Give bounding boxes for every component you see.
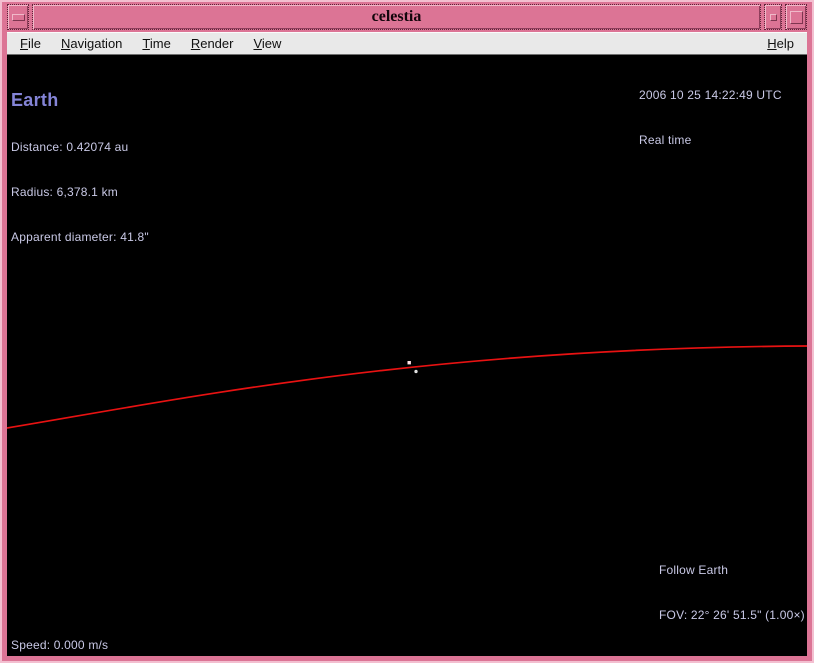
menu-file[interactable]: File	[20, 33, 41, 54]
datetime-utc: 2006 10 25 14:22:49 UTC	[639, 88, 782, 103]
menu-navigation[interactable]: Navigation	[61, 33, 122, 54]
window-title: celestia	[372, 9, 422, 25]
follow-mode: Follow Earth	[659, 563, 805, 578]
window-titlebar[interactable]: celestia	[32, 4, 761, 30]
earth-orbit-line	[7, 346, 807, 428]
dash-icon	[12, 14, 25, 21]
selection-apparent-diameter: Apparent diameter: 41.8"	[11, 230, 149, 245]
selection-radius: Radius: 6,378.1 km	[11, 185, 149, 200]
moon-glare-icon	[415, 370, 416, 373]
menu-help[interactable]: Help	[767, 33, 794, 54]
status-readout: Follow Earth FOV: 22° 26' 51.5" (1.00×)	[659, 533, 805, 653]
selection-name: Earth	[11, 90, 149, 110]
iconify-button[interactable]	[764, 4, 782, 30]
menu-view[interactable]: View	[253, 33, 281, 54]
window-menu-button[interactable]	[7, 4, 29, 30]
fov-readout: FOV: 22° 26' 51.5" (1.00×)	[659, 608, 805, 623]
menu-render[interactable]: Render	[191, 33, 234, 54]
space-viewport[interactable]: Earth Distance: 0.42074 au Radius: 6,378…	[7, 55, 807, 656]
menubar: File Navigation Time Render View Help	[7, 32, 807, 55]
time-info: 2006 10 25 14:22:49 UTC Real time	[639, 58, 782, 178]
time-mode: Real time	[639, 133, 782, 148]
small-square-icon	[770, 14, 777, 21]
menu-time[interactable]: Time	[142, 33, 170, 54]
selection-info: Earth Distance: 0.42074 au Radius: 6,378…	[11, 60, 149, 275]
speed-readout: Speed: 0.000 m/s	[11, 638, 108, 653]
selection-distance: Distance: 0.42074 au	[11, 140, 149, 155]
titlebar-row: celestia	[7, 4, 807, 30]
celestia-window: celestia File Navigation Time Render Vie…	[0, 0, 814, 663]
maximize-button[interactable]	[785, 4, 807, 30]
large-square-icon	[790, 11, 803, 24]
earth-dot[interactable]	[408, 361, 411, 364]
